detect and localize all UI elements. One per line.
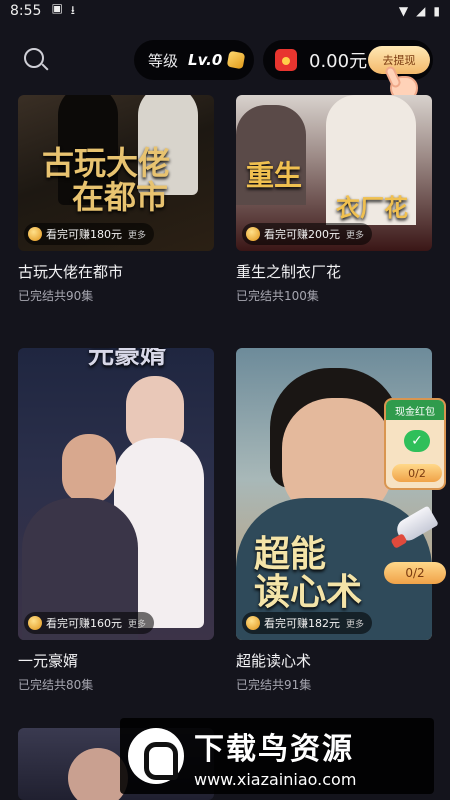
status-bar: 8:55 ▣ ⭳ ▼ ◢ ▮ xyxy=(0,0,450,22)
reward-tag: 看完可赚182元 更多 xyxy=(242,612,373,634)
drama-title: 一元豪婿 xyxy=(18,652,79,670)
watermark-banner: 下载鸟资源 www.xiazainiao.com xyxy=(120,718,434,794)
status-notification-icons: ▣ ⭳ xyxy=(51,1,75,22)
poster-title-art: 元豪婿 xyxy=(88,348,167,370)
reward-tag: 看完可赚200元 更多 xyxy=(242,223,373,245)
wechat-icon: ✓ xyxy=(404,430,430,452)
top-bar: 等级 Lv.0 0.00元 去提现 xyxy=(0,36,450,86)
poster-title-art: 重生 xyxy=(246,159,303,192)
drama-poster[interactable]: 超能 读心术 看完可赚182元 更多 xyxy=(236,348,432,640)
drama-poster[interactable]: 重生 衣厂花 看完可赚200元 更多 xyxy=(236,95,432,251)
level-badge[interactable]: 等级 Lv.0 xyxy=(134,40,254,80)
rocket-icon[interactable] xyxy=(386,505,442,558)
drama-title: 超能读心术 xyxy=(236,652,312,670)
level-value: Lv.0 xyxy=(188,51,223,69)
drama-title: 古玩大佬在都市 xyxy=(18,263,124,281)
level-label: 等级 xyxy=(148,51,179,70)
watermark-name: 下载鸟资源 xyxy=(194,731,354,767)
poster-title-art: 古玩大佬 在都市 xyxy=(42,144,171,216)
cash-red-packet-widget[interactable]: 现金红包 ✓ 0/2 xyxy=(384,398,446,490)
drama-card[interactable]: 元豪婿 看完可赚160元 更多 一元豪婿 已完结共80集 xyxy=(18,348,214,693)
drama-episodes: 已完结共80集 xyxy=(18,678,94,692)
balance-amount: 0.00元 xyxy=(309,51,368,72)
reward-tag: 看完可赚160元 更多 xyxy=(24,612,155,634)
drama-episodes: 已完结共100集 xyxy=(236,289,319,303)
coin-icon xyxy=(28,227,42,241)
download-icon: ⭳ xyxy=(70,2,75,17)
status-time: 8:55 xyxy=(10,3,42,19)
coin-icon xyxy=(246,616,260,630)
poster-title-art: 超能 读心术 xyxy=(254,533,363,613)
reward-tag: 看完可赚180元 更多 xyxy=(24,223,155,245)
drama-poster[interactable]: 古玩大佬 在都市 看完可赚180元 更多 xyxy=(18,95,214,251)
drama-card[interactable]: 重生 衣厂花 看完可赚200元 更多 重生之制衣厂花 已完结共100集 xyxy=(236,95,432,304)
signal-icon: ◢ xyxy=(416,4,426,18)
site-logo-icon xyxy=(128,728,184,784)
watermark-url: www.xiazainiao.com xyxy=(194,769,357,789)
drama-poster[interactable]: 元豪婿 看完可赚160元 更多 xyxy=(18,348,214,640)
search-button[interactable] xyxy=(22,46,50,74)
coin-icon xyxy=(226,50,246,70)
red-envelope-icon xyxy=(275,49,297,71)
rocket-count[interactable]: 0/2 xyxy=(384,562,446,584)
battery-icon: ▮ xyxy=(433,4,440,18)
drama-episodes: 已完结共91集 xyxy=(236,678,312,692)
coin-icon xyxy=(246,227,260,241)
drama-card[interactable]: 古玩大佬 在都市 看完可赚180元 更多 古玩大佬在都市 已完结共90集 xyxy=(18,95,214,304)
status-system-icons: ▼ ◢ ▮ xyxy=(399,4,440,18)
drama-title: 重生之制衣厂花 xyxy=(236,263,342,281)
coin-icon xyxy=(28,616,42,630)
notification-icon: ▣ xyxy=(51,0,63,15)
wifi-icon: ▼ xyxy=(398,4,409,18)
drama-episodes: 已完结共90集 xyxy=(18,289,94,303)
cash-red-packet-count: 0/2 xyxy=(392,464,442,482)
cash-red-packet-label: 现金红包 xyxy=(386,400,444,420)
